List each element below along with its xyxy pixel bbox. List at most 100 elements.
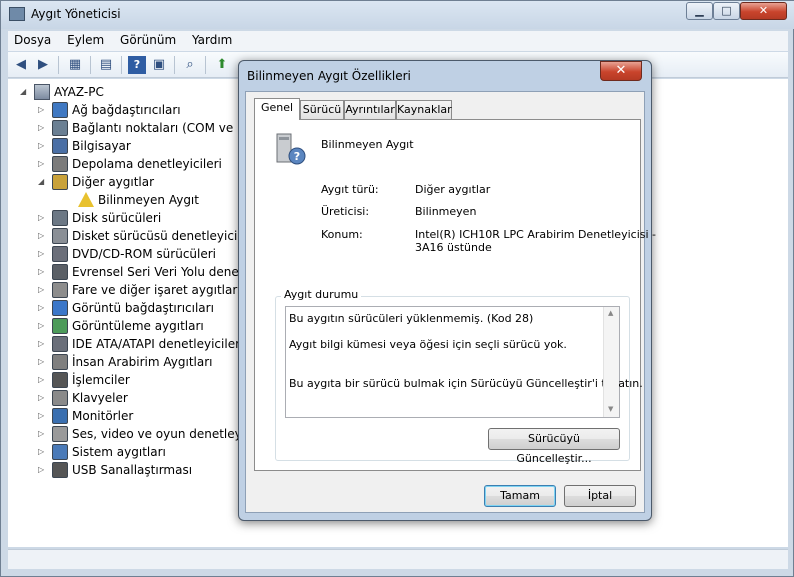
expand-arrow-icon[interactable]: ▷ xyxy=(38,227,46,245)
cancel-button[interactable]: İptal xyxy=(564,485,636,507)
expand-arrow-icon[interactable]: ▷ xyxy=(38,407,46,425)
tab-surucu[interactable]: Sürücü xyxy=(300,100,344,119)
back-arrow-icon[interactable]: ◀ xyxy=(12,56,30,74)
tree-item-label: Diğer aygıtlar xyxy=(72,175,155,189)
expand-arrow-icon[interactable]: ▷ xyxy=(38,155,46,173)
expand-arrow-icon[interactable]: ▷ xyxy=(38,443,46,461)
expand-arrow-icon[interactable]: ▷ xyxy=(38,209,46,227)
properties-dialog: Bilinmeyen Aygıt Özellikleri ✕ Genel Sür… xyxy=(238,60,656,521)
root-label: AYAZ-PC xyxy=(54,85,104,99)
help-icon[interactable]: ? xyxy=(128,56,146,74)
show-hidden-icon[interactable]: ▣ xyxy=(150,56,168,74)
expand-arrow-icon[interactable]: ▷ xyxy=(38,299,46,317)
maximize-button[interactable]: □ xyxy=(713,2,740,20)
prop-key-type: Aygıt türü: xyxy=(321,183,379,196)
menu-gorunum[interactable]: Görünüm xyxy=(114,31,182,47)
status-scrollbar[interactable]: ▲ ▼ xyxy=(603,307,619,417)
status-line-2: Aygıt bilgi kümesi veya öğesi için seçli… xyxy=(289,338,567,351)
toolbar-separator xyxy=(121,56,122,74)
collapse-icon[interactable]: ◢ xyxy=(20,83,28,101)
update-driver-button[interactable]: Sürücüyü Güncelleştir... xyxy=(488,428,620,465)
menu-dosya[interactable]: Dosya xyxy=(8,31,57,47)
window-title: Aygıt Yöneticisi xyxy=(31,7,121,21)
tree-item-label: USB Sanallaştırması xyxy=(72,463,193,477)
computer-icon xyxy=(34,84,50,100)
tree-item-label: İnsan Arabirim Aygıtları xyxy=(72,355,213,369)
expand-arrow-icon[interactable]: ▷ xyxy=(38,317,46,335)
prop-value-manufacturer: Bilinmeyen xyxy=(415,205,477,218)
scroll-up-icon[interactable]: ▲ xyxy=(608,309,613,317)
tree-item-label: DVD/CD-ROM sürücüleri xyxy=(72,247,217,261)
device-category-icon xyxy=(52,156,68,172)
prop-key-manufacturer: Üreticisi: xyxy=(321,205,370,218)
tree-item-label: İşlemciler xyxy=(72,373,130,387)
expand-arrow-icon[interactable]: ▷ xyxy=(38,335,46,353)
toolbar-separator xyxy=(174,56,175,74)
tree-item-label: Monitörler xyxy=(72,409,134,423)
expand-arrow-icon[interactable]: ▷ xyxy=(38,137,46,155)
menu-eylem[interactable]: Eylem xyxy=(61,31,110,47)
tree-item-label: Disket sürücüsü denetleyicileri xyxy=(72,229,257,243)
scroll-down-icon[interactable]: ▼ xyxy=(608,405,613,413)
menu-bar: Dosya Eylem Görünüm Yardım xyxy=(8,31,788,51)
close-button[interactable]: ✕ xyxy=(740,2,787,20)
tab-ayrintilar[interactable]: Ayrıntılar xyxy=(344,100,396,119)
tree-item-label: Bağlantı noktaları (COM ve LPT xyxy=(72,121,259,135)
tree-item-label: Görüntüleme aygıtları xyxy=(72,319,204,333)
forward-arrow-icon[interactable]: ▶ xyxy=(34,56,52,74)
tab-panel-genel: ? Bilinmeyen Aygıt Aygıt türü: Diğer ayg… xyxy=(254,119,656,471)
menu-yardim[interactable]: Yardım xyxy=(186,31,238,47)
title-bar: Aygıt Yöneticisi ▁ □ ✕ xyxy=(1,1,794,29)
device-category-icon xyxy=(52,462,68,478)
toolbar-separator xyxy=(90,56,91,74)
expand-arrow-icon[interactable]: ◢ xyxy=(38,173,46,191)
device-category-icon xyxy=(52,408,68,424)
warning-icon xyxy=(78,192,94,207)
device-category-icon xyxy=(52,102,68,118)
status-bar xyxy=(8,549,788,569)
device-category-icon xyxy=(52,354,68,370)
expand-arrow-icon[interactable]: ▷ xyxy=(38,353,46,371)
expand-arrow-icon[interactable]: ▷ xyxy=(38,263,46,281)
scan-hardware-icon[interactable]: ⌕ xyxy=(181,56,199,74)
tree-item-label: Bilinmeyen Aygıt xyxy=(98,193,199,207)
expand-arrow-icon[interactable]: ▷ xyxy=(38,119,46,137)
tree-item-label: Klavyeler xyxy=(72,391,128,405)
tab-kaynaklar[interactable]: Kaynaklar xyxy=(396,100,452,119)
device-name: Bilinmeyen Aygıt xyxy=(321,138,414,151)
tree-item-label: Bilgisayar xyxy=(72,139,131,153)
device-category-icon xyxy=(52,444,68,460)
update-driver-icon[interactable]: ⬆ xyxy=(213,56,231,74)
console-tree-icon[interactable]: ▦ xyxy=(66,56,84,74)
prop-key-location: Konum: xyxy=(321,228,363,241)
device-category-icon xyxy=(52,264,68,280)
expand-arrow-icon[interactable]: ▷ xyxy=(38,389,46,407)
device-category-icon xyxy=(52,300,68,316)
dialog-close-button[interactable]: ✕ xyxy=(600,61,642,81)
device-status-textbox[interactable]: Bu aygıtın sürücüleri yüklenmemiş. (Kod … xyxy=(285,306,643,418)
tab-genel[interactable]: Genel xyxy=(254,98,300,120)
tree-item-label: Fare ve diğer işaret aygıtları xyxy=(72,283,241,297)
expand-arrow-icon[interactable]: ▷ xyxy=(38,461,46,479)
expand-arrow-icon[interactable]: ▷ xyxy=(38,245,46,263)
expand-arrow-icon[interactable]: ▷ xyxy=(38,371,46,389)
expand-arrow-icon[interactable]: ▷ xyxy=(38,425,46,443)
device-status-title: Aygıt durumu xyxy=(281,288,362,301)
prop-value-location: Intel(R) ICH10R LPC Arabirim Denetleyici… xyxy=(415,228,657,241)
tree-item-label: Ağ bağdaştırıcıları xyxy=(72,103,181,117)
minimize-button[interactable]: ▁ xyxy=(686,2,713,20)
status-line-3: Bu aygıta bir sürücü bulmak için Sürücüy… xyxy=(289,377,643,390)
device-manager-icon xyxy=(9,7,25,21)
device-category-icon xyxy=(52,120,68,136)
expand-arrow-icon[interactable]: ▷ xyxy=(38,101,46,119)
dialog-body: Genel Sürücü Ayrıntılar Kaynaklar ? Bili… xyxy=(245,91,656,513)
tree-item-label: Disk sürücüleri xyxy=(72,211,162,225)
device-category-icon xyxy=(52,372,68,388)
svg-text:?: ? xyxy=(294,150,300,163)
ok-button[interactable]: Tamam xyxy=(484,485,556,507)
tree-item-label: Depolama denetleyicileri xyxy=(72,157,222,171)
toolbar-separator xyxy=(205,56,206,74)
device-category-icon xyxy=(52,228,68,244)
properties-icon[interactable]: ▤ xyxy=(97,56,115,74)
expand-arrow-icon[interactable]: ▷ xyxy=(38,281,46,299)
